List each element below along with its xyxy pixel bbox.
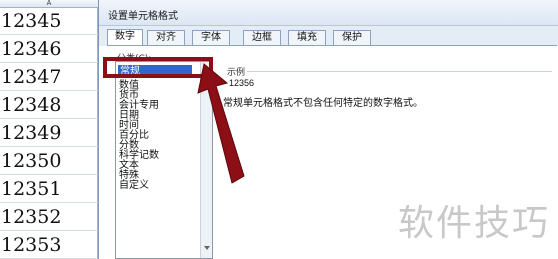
- sample-label: 示例: [227, 68, 246, 78]
- tab-border[interactable]: 边框: [243, 30, 281, 45]
- tab-alignment[interactable]: 对齐: [147, 30, 185, 45]
- scroll-down-arrow-icon[interactable]: [204, 246, 210, 250]
- tab-font[interactable]: 字体: [192, 30, 230, 45]
- tab-number[interactable]: 数字: [107, 29, 143, 45]
- watermark: 软件技巧: [398, 203, 551, 244]
- sample-value: 12356: [229, 78, 255, 88]
- column-header-a[interactable]: A: [0, 0, 98, 8]
- cell[interactable]: 12346: [0, 36, 98, 63]
- cell[interactable]: 12347: [0, 64, 98, 91]
- category-item-custom[interactable]: 自定义: [119, 180, 149, 191]
- annotation-highlight-box: [103, 57, 213, 78]
- tab-divider: [107, 45, 557, 46]
- cell[interactable]: 12345: [0, 8, 98, 35]
- listbox-scrollbar[interactable]: [200, 62, 212, 258]
- dialog-titlebar[interactable]: 设置单元格格式: [99, 0, 558, 26]
- dialog-title: 设置单元格格式: [108, 11, 178, 22]
- cell[interactable]: 12353: [0, 232, 98, 259]
- tab-fill[interactable]: 填充: [288, 30, 326, 45]
- cell[interactable]: 12351: [0, 176, 98, 203]
- cell[interactable]: 12348: [0, 92, 98, 119]
- tab-protection[interactable]: 保护: [333, 30, 371, 45]
- category-listbox[interactable]: 常规 数值 货币 会计专用 日期 时间 百分比 分数 科学记数 文本 特殊 自定…: [115, 61, 213, 259]
- format-description: 常规单元格格式不包含任何特定的数字格式。: [223, 98, 423, 109]
- spreadsheet-column: A 12345 12346 12347 12348 12349 12350 12…: [0, 0, 98, 259]
- cell[interactable]: 12349: [0, 120, 98, 147]
- cell[interactable]: 12352: [0, 204, 98, 231]
- sample-divider: [247, 71, 552, 72]
- cell[interactable]: 12350: [0, 148, 98, 175]
